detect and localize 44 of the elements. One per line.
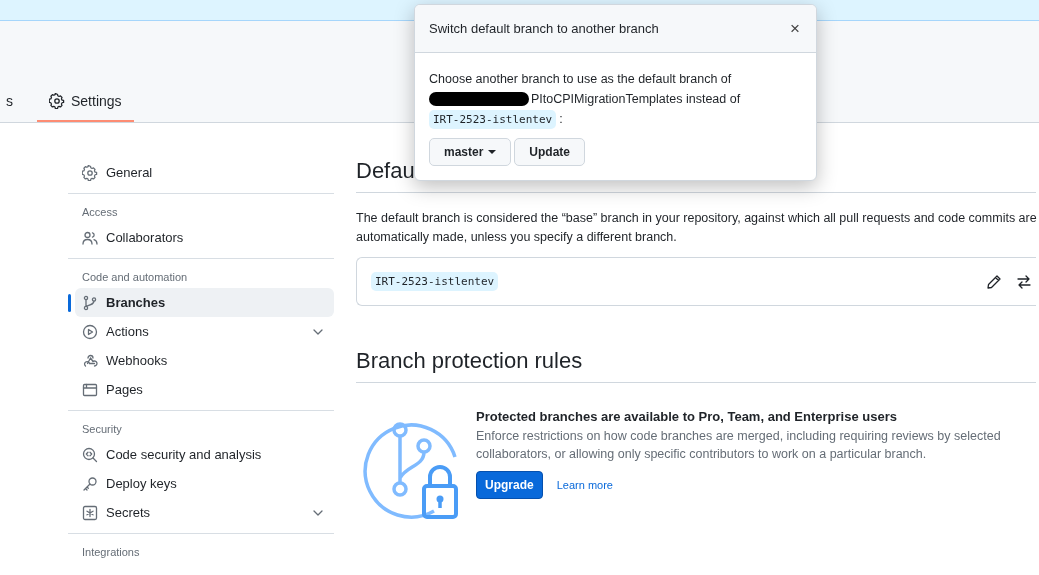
close-button[interactable]: × [786, 18, 804, 39]
dialog-text: Choose another branch to use as the default branch of [429, 72, 732, 86]
promo-description: Enforce restrictions on how code branches are merged, including requiring reviews by selected collaborators, or allowing only specific contributors to work on a particular branch. [476, 428, 1002, 463]
dialog-text: PItoCPIMigrationTemplates instead of [531, 91, 741, 108]
section-heading: Access [81, 205, 119, 220]
section-heading: Branch protection rules [356, 347, 584, 375]
sidebar-item[interactable]: General [75, 158, 334, 187]
promo-title: Protected branches are available to Pro, Team, and Enterprise users [476, 409, 898, 424]
nav-tab[interactable]: Settings [37, 93, 134, 122]
section-heading: Security [81, 422, 123, 437]
sidebar-item[interactable]: Secrets [75, 498, 334, 527]
gear-icon [49, 93, 65, 109]
nav-tab[interactable]: s [0, 93, 25, 122]
browser-window-icon [82, 381, 98, 398]
section-heading: Defau [356, 157, 416, 185]
sidebar-item[interactable]: Collaborators [75, 223, 334, 252]
code-scan-icon [82, 446, 98, 463]
sidebar-item[interactable]: Code security and analysis [75, 440, 334, 469]
selection-indicator [68, 294, 71, 312]
asterisk-icon [82, 504, 98, 521]
swap-arrows-icon [1016, 273, 1032, 290]
webhook-icon [82, 352, 98, 369]
branch-icon [82, 294, 98, 311]
people-icon [82, 229, 98, 246]
pencil-icon [986, 273, 1002, 290]
sidebar-item[interactable]: Deploy keys [75, 469, 334, 498]
sidebar-item[interactable]: Webhooks [75, 346, 334, 375]
dialog-text: : [559, 111, 563, 128]
caret-icon [488, 150, 497, 154]
branch-name: IRT-2523-istlentev [429, 109, 557, 129]
dialog-title: Switch default branch to another branch [429, 21, 659, 36]
section-heading: Integrations [81, 545, 141, 560]
branch-name: IRT-2523-istlentev [371, 272, 499, 291]
upgrade-button[interactable]: Upgrade [476, 471, 543, 499]
sidebar-item[interactable]: Actions [75, 317, 334, 346]
learn-more-link[interactable]: Learn more [556, 479, 613, 491]
sidebar-item[interactable]: Pages [75, 375, 334, 404]
section-heading: Code and automation [81, 270, 189, 285]
description-text: The default branch is considered the “base” branch in your repository, against which all pull requests and code commits are automatically made, unless you specify a different branch. [356, 210, 1038, 246]
gear-icon [82, 164, 98, 181]
update-button[interactable]: Update [514, 138, 586, 166]
key-icon [82, 475, 98, 492]
branch-select[interactable]: master [429, 138, 512, 166]
play-icon [82, 323, 98, 340]
